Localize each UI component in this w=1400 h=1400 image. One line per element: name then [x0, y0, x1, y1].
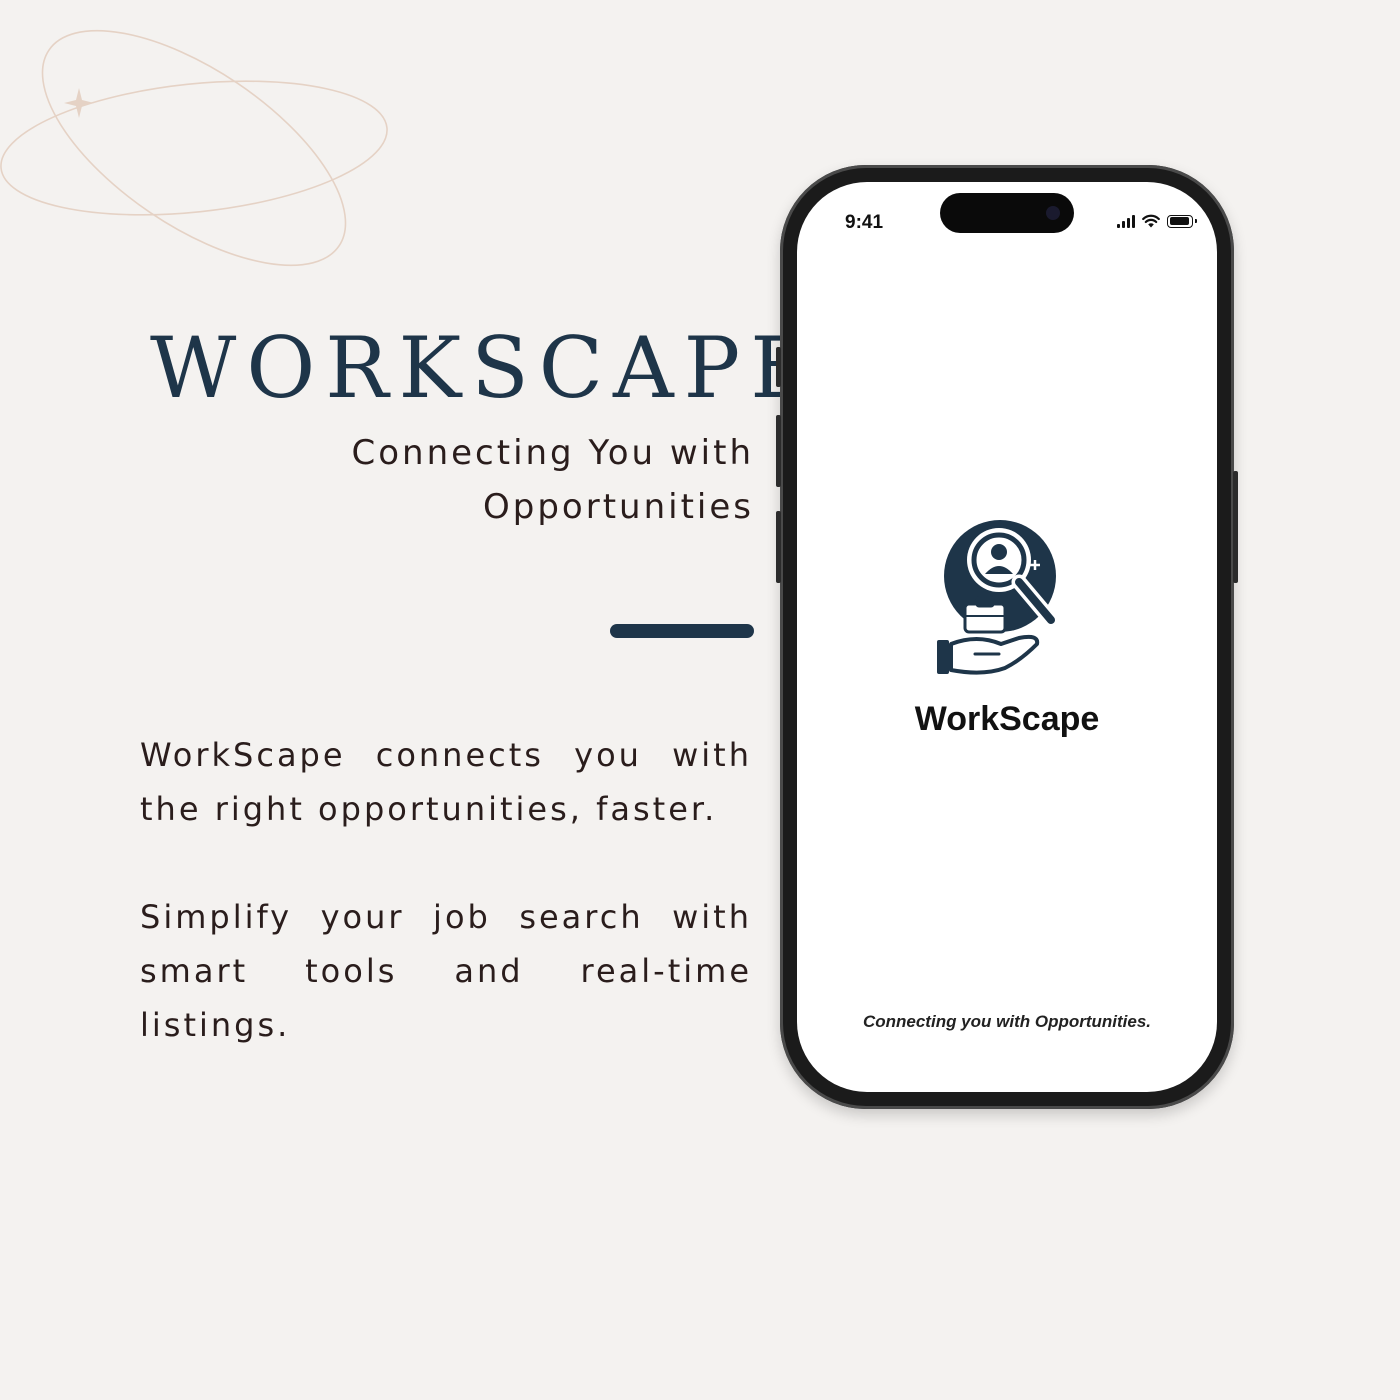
app-name: WorkScape: [914, 700, 1100, 738]
accent-divider: [610, 624, 754, 638]
description-paragraph-1: WorkScape connects you with the right op…: [140, 736, 752, 828]
phone-mockup: 9:41 WorkScape Connecting you with Oppor…: [776, 165, 1238, 1109]
status-bar-time: 9:41: [845, 212, 884, 233]
decorative-orbit: [0, 29, 388, 267]
app-tagline: Connecting you with Opportunities.: [862, 1012, 1152, 1031]
power-button: [1233, 471, 1238, 583]
description-paragraph-2: Simplify your job search with smart tool…: [140, 898, 752, 1044]
wifi-icon: [1142, 214, 1160, 228]
signal-icon: [1117, 214, 1135, 228]
volume-down-button: [776, 511, 781, 583]
front-camera-icon: [1046, 206, 1060, 220]
volume-up-button: [776, 415, 781, 487]
hero-tagline-line-2: Opportunities: [483, 487, 754, 527]
hero-tagline: Connecting You with Opportunities: [330, 426, 754, 534]
silent-switch: [776, 347, 781, 387]
battery-icon: [1167, 214, 1197, 228]
sparkle-icon: [64, 88, 94, 118]
dynamic-island: [940, 193, 1074, 233]
job-search-logo-icon: [937, 520, 1059, 675]
brand-title: WORKSCAPE: [150, 319, 822, 417]
hero-tagline-line-1: Connecting You with: [351, 433, 754, 473]
phone-screen: 9:41 WorkScape Connecting you with Oppor…: [797, 182, 1217, 1092]
status-bar-icons: [1117, 214, 1197, 228]
